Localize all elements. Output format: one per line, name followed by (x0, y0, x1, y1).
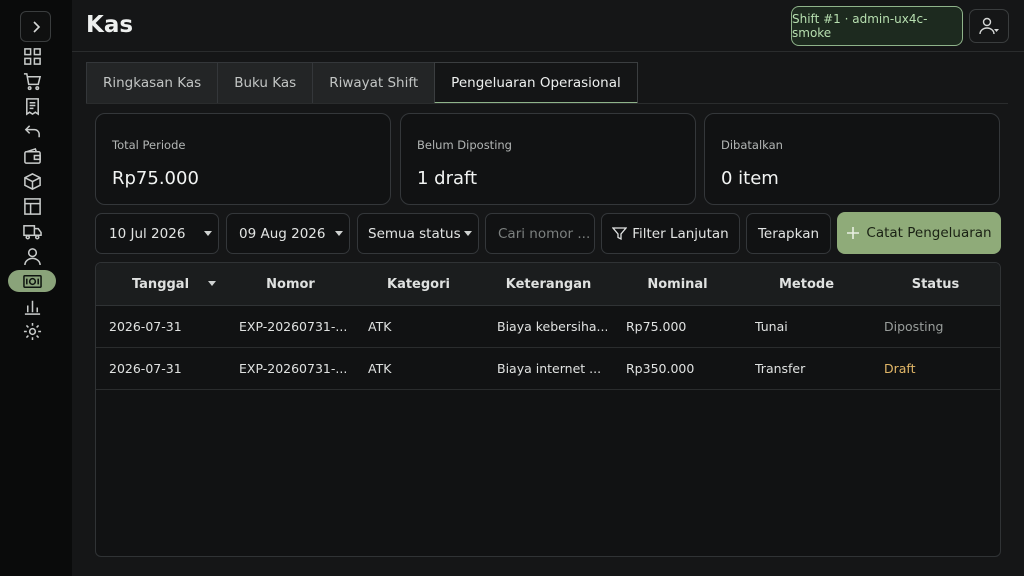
cell-status: Diposting (884, 319, 944, 334)
status-select[interactable]: Semua status (357, 213, 479, 254)
filter-icon (612, 227, 628, 241)
column-header-tanggal[interactable]: Tanggal (96, 277, 225, 292)
undo-icon (24, 124, 40, 137)
apply-button[interactable]: Terapkan (746, 213, 831, 254)
bar-chart-icon (24, 300, 40, 315)
column-header-nomor[interactable]: Nomor (226, 277, 355, 292)
date-to-select[interactable]: 09 Aug 2026 (226, 213, 350, 254)
nav-cash[interactable] (8, 270, 56, 292)
chevron-down-icon (204, 231, 212, 236)
expense-table: Tanggal Nomor Kategori Keterangan Nomina… (95, 262, 1001, 557)
chevron-down-icon (335, 231, 343, 236)
column-header-nominal[interactable]: Nominal (613, 277, 742, 292)
dashboard-grid-icon (23, 47, 41, 65)
plus-icon (847, 227, 860, 239)
chevron-right-icon (32, 20, 40, 33)
card-label: Total Periode (112, 138, 186, 152)
user-menu-button[interactable] (969, 9, 1009, 43)
chevron-down-icon (464, 231, 472, 236)
table-header: Tanggal Nomor Kategori Keterangan Nomina… (96, 263, 1000, 306)
cell-kategori: ATK (368, 319, 392, 334)
cell-nominal: Rp75.000 (626, 319, 687, 334)
add-expense-button[interactable]: Catat Pengeluaran (837, 212, 1001, 254)
cart-icon (23, 72, 41, 90)
tab-bar: Ringkasan Kas Buku Kas Riwayat Shift Pen… (86, 62, 638, 104)
add-expense-label: Catat Pengeluaran (866, 225, 992, 241)
summary-card-cancelled: Dibatalkan 0 item (704, 113, 1000, 205)
cell-keterangan: Biaya kebersiha... (497, 319, 607, 334)
nav-products[interactable] (20, 171, 44, 191)
nav-sales[interactable] (20, 71, 44, 91)
card-value: 0 item (721, 168, 779, 189)
user-icon (979, 17, 999, 35)
wallet-icon (23, 147, 41, 164)
tab-ringkasan-kas[interactable]: Ringkasan Kas (86, 62, 218, 104)
shift-badge[interactable]: Shift #1 · admin-ux4c-smoke (791, 6, 963, 46)
nav-reports[interactable] (20, 296, 44, 316)
status-value: Semua status (368, 225, 461, 242)
sidebar (0, 0, 72, 576)
column-header-keterangan[interactable]: Keterangan (484, 277, 613, 292)
date-from-value: 10 Jul 2026 (109, 225, 186, 242)
cell-status: Draft (884, 361, 916, 376)
receipt-icon (25, 97, 39, 116)
nav-table[interactable] (20, 196, 44, 216)
search-input[interactable]: Cari nomor ... (485, 213, 595, 254)
column-header-status[interactable]: Status (871, 277, 1000, 292)
cell-nominal: Rp350.000 (626, 361, 695, 376)
box-icon (23, 172, 41, 190)
column-header-metode[interactable]: Metode (742, 277, 871, 292)
column-header-kategori[interactable]: Kategori (354, 277, 483, 292)
header-divider (72, 51, 1024, 52)
tab-pengeluaran-operasional[interactable]: Pengeluaran Operasional (434, 62, 638, 104)
nav-dashboard[interactable] (20, 46, 44, 66)
tabs-divider (86, 103, 1008, 104)
apply-label: Terapkan (757, 225, 820, 242)
nav-customers[interactable] (20, 246, 44, 266)
truck-icon (22, 224, 42, 239)
card-value: Rp75.000 (112, 168, 199, 189)
date-to-value: 09 Aug 2026 (239, 225, 326, 242)
tab-buku-kas[interactable]: Buku Kas (217, 62, 313, 104)
gear-icon (23, 322, 41, 340)
nav-receipts[interactable] (20, 96, 44, 116)
search-placeholder: Cari nomor ... (498, 225, 591, 242)
cell-nomor: EXP-20260731-... (239, 319, 348, 334)
cell-keterangan: Biaya internet ... (497, 361, 602, 376)
sort-icon[interactable] (208, 281, 216, 286)
nav-wallet[interactable] (20, 146, 44, 166)
cell-tanggal: 2026-07-31 (109, 319, 182, 334)
summary-card-total: Total Periode Rp75.000 (95, 113, 391, 205)
page-title: Kas (86, 12, 134, 38)
summary-card-unposted: Belum Diposting 1 draft (400, 113, 696, 205)
cell-metode: Transfer (755, 361, 806, 376)
table-row[interactable]: 2026-07-31 EXP-20260731-... ATK Biaya in… (96, 348, 1000, 390)
nav-delivery[interactable] (20, 221, 44, 241)
advanced-filter-button[interactable]: Filter Lanjutan (601, 213, 740, 254)
tab-riwayat-shift[interactable]: Riwayat Shift (312, 62, 435, 104)
sidebar-toggle-button[interactable] (20, 11, 51, 42)
cell-tanggal: 2026-07-31 (109, 361, 182, 376)
card-label: Dibatalkan (721, 138, 783, 152)
nav-settings[interactable] (20, 321, 44, 341)
cell-kategori: ATK (368, 361, 392, 376)
nav-returns[interactable] (20, 121, 44, 141)
cell-nomor: EXP-20260731-... (239, 361, 348, 376)
table-row[interactable]: 2026-07-31 EXP-20260731-... ATK Biaya ke… (96, 306, 1000, 348)
card-label: Belum Diposting (417, 138, 512, 152)
cash-icon (22, 274, 42, 288)
date-from-select[interactable]: 10 Jul 2026 (95, 213, 219, 254)
card-value: 1 draft (417, 168, 478, 189)
advanced-filter-label: Filter Lanjutan (632, 225, 729, 242)
user-icon (23, 247, 41, 265)
cell-metode: Tunai (755, 319, 788, 334)
table-icon (23, 197, 41, 215)
